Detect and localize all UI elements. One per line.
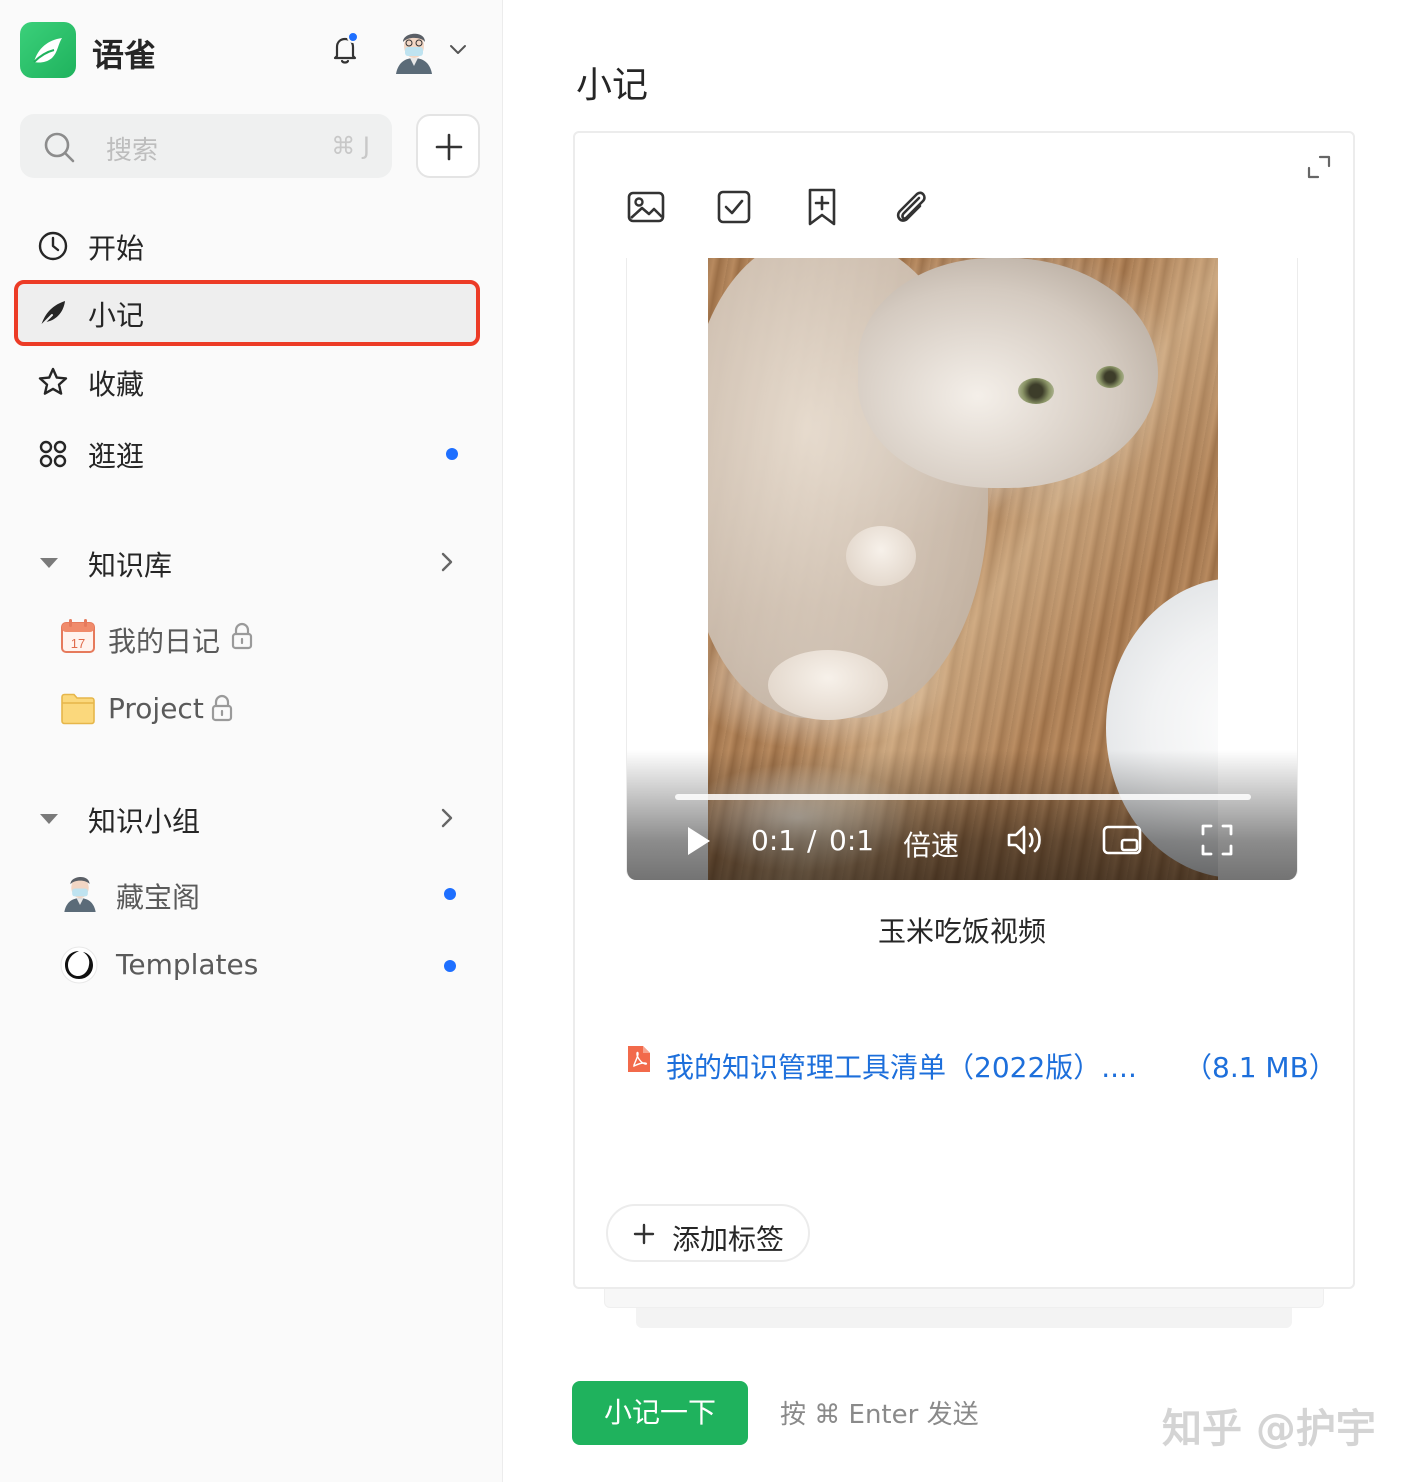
sidebar: 语雀 搜索 ⌘ J 开始 小记 收藏 逛逛 知识库 17 我的日记 Projec…	[0, 0, 503, 1482]
group-item-label: 藏宝阁	[116, 881, 201, 914]
ring-logo-icon	[60, 946, 98, 984]
video-progress-bar[interactable]	[675, 794, 1251, 800]
group-item-treasure[interactable]: 藏宝阁	[60, 864, 480, 924]
nav-item-favorites[interactable]: 收藏	[14, 349, 480, 415]
plus-icon	[633, 1223, 655, 1245]
calendar-day: 17	[71, 636, 85, 651]
bookmark-plus-icon[interactable]	[801, 186, 843, 228]
library-item-diary[interactable]: 17 我的日记	[60, 608, 480, 668]
picture-in-picture-icon[interactable]	[1101, 822, 1143, 858]
play-icon[interactable]	[685, 824, 713, 858]
unread-dot	[446, 448, 458, 460]
checkbox-icon[interactable]	[713, 186, 755, 228]
lock-icon	[231, 622, 253, 650]
watermark: 知乎 @护宇	[1162, 1406, 1376, 1452]
paperclip-icon[interactable]	[889, 186, 931, 228]
video-time-separator: /	[807, 824, 817, 857]
expand-icon[interactable]	[1306, 154, 1332, 180]
search-shortcut: ⌘ J	[331, 132, 370, 160]
chevron-right-icon[interactable]	[436, 550, 458, 574]
nav-item-notes[interactable]: 小记	[14, 280, 480, 346]
pdf-file-icon	[628, 1046, 650, 1072]
search-input[interactable]: 搜索 ⌘ J	[20, 114, 392, 178]
video-player[interactable]: 0:1 / 0:1 倍速	[626, 258, 1298, 880]
notification-dot	[347, 31, 359, 43]
group-item-templates[interactable]: Templates	[60, 936, 480, 996]
star-icon	[38, 367, 68, 395]
app-logo[interactable]	[20, 22, 76, 78]
library-item-project[interactable]: Project	[60, 680, 480, 740]
library-item-label: 我的日记	[108, 625, 221, 658]
library-section-title: 知识库	[88, 549, 173, 582]
calendar-icon: 17	[61, 619, 95, 653]
video-current-time: 0:1	[751, 824, 797, 857]
bird-logo-icon	[33, 38, 62, 63]
video-speed-button[interactable]: 倍速	[903, 824, 959, 864]
stack-shadow	[604, 1288, 1324, 1308]
cat-eye	[1096, 366, 1124, 388]
groups-section-header[interactable]: 知识小组	[14, 788, 480, 848]
library-item-label: Project	[108, 692, 204, 725]
nav-item-label: 小记	[88, 299, 145, 332]
feather-icon	[40, 301, 65, 327]
library-section-header[interactable]: 知识库	[14, 532, 480, 592]
attachment-size: （8.1 MB）	[1184, 1051, 1337, 1084]
video-controls-overlay	[627, 750, 1297, 880]
cat-paw	[846, 526, 916, 586]
avatar[interactable]	[394, 28, 434, 74]
app-title: 语雀	[92, 36, 157, 74]
cat-paw	[768, 650, 888, 720]
cat-eye	[1018, 378, 1054, 404]
caret-down-icon[interactable]	[38, 812, 60, 826]
chevron-down-icon[interactable]	[448, 42, 468, 56]
stack-shadow	[636, 1308, 1292, 1328]
caret-down-icon[interactable]	[38, 556, 60, 570]
image-icon[interactable]	[625, 186, 667, 228]
plus-icon	[435, 133, 463, 161]
submit-note-button[interactable]: 小记一下	[572, 1381, 748, 1445]
chevron-right-icon[interactable]	[436, 806, 458, 830]
lock-icon	[211, 694, 233, 722]
fullscreen-icon[interactable]	[1199, 822, 1235, 858]
attachment-name[interactable]: 我的知识管理工具清单（2022版）....	[666, 1046, 1137, 1086]
search-icon	[44, 132, 75, 163]
explore-icon	[39, 440, 67, 468]
avatar-icon	[64, 876, 96, 912]
add-tag-label: 添加标签	[672, 1223, 785, 1256]
search-placeholder: 搜索	[106, 136, 159, 166]
send-shortcut-hint: 按 ⌘ Enter 发送	[780, 1400, 979, 1430]
nav-item-start[interactable]: 开始	[14, 213, 480, 279]
clock-icon	[38, 231, 68, 261]
volume-icon[interactable]	[1005, 822, 1045, 858]
unread-dot	[444, 960, 456, 972]
nav-item-label: 收藏	[88, 368, 145, 401]
attachment-link[interactable]: 我的知识管理工具清单（2022版）.... （8.1 MB）	[626, 1044, 1337, 1088]
page-title: 小记	[576, 65, 649, 106]
group-item-label: Templates	[116, 948, 259, 981]
video-caption: 玉米吃饭视频	[877, 915, 1046, 948]
nav-item-label: 逛逛	[88, 440, 145, 473]
video-duration: 0:1	[829, 824, 875, 857]
add-tag-button[interactable]: 添加标签	[606, 1204, 810, 1262]
add-button[interactable]	[416, 114, 480, 178]
groups-section-title: 知识小组	[88, 805, 201, 838]
unread-dot	[444, 888, 456, 900]
folder-icon	[61, 693, 95, 725]
nav-item-label: 开始	[88, 232, 145, 265]
nav-item-explore[interactable]: 逛逛	[14, 421, 480, 487]
